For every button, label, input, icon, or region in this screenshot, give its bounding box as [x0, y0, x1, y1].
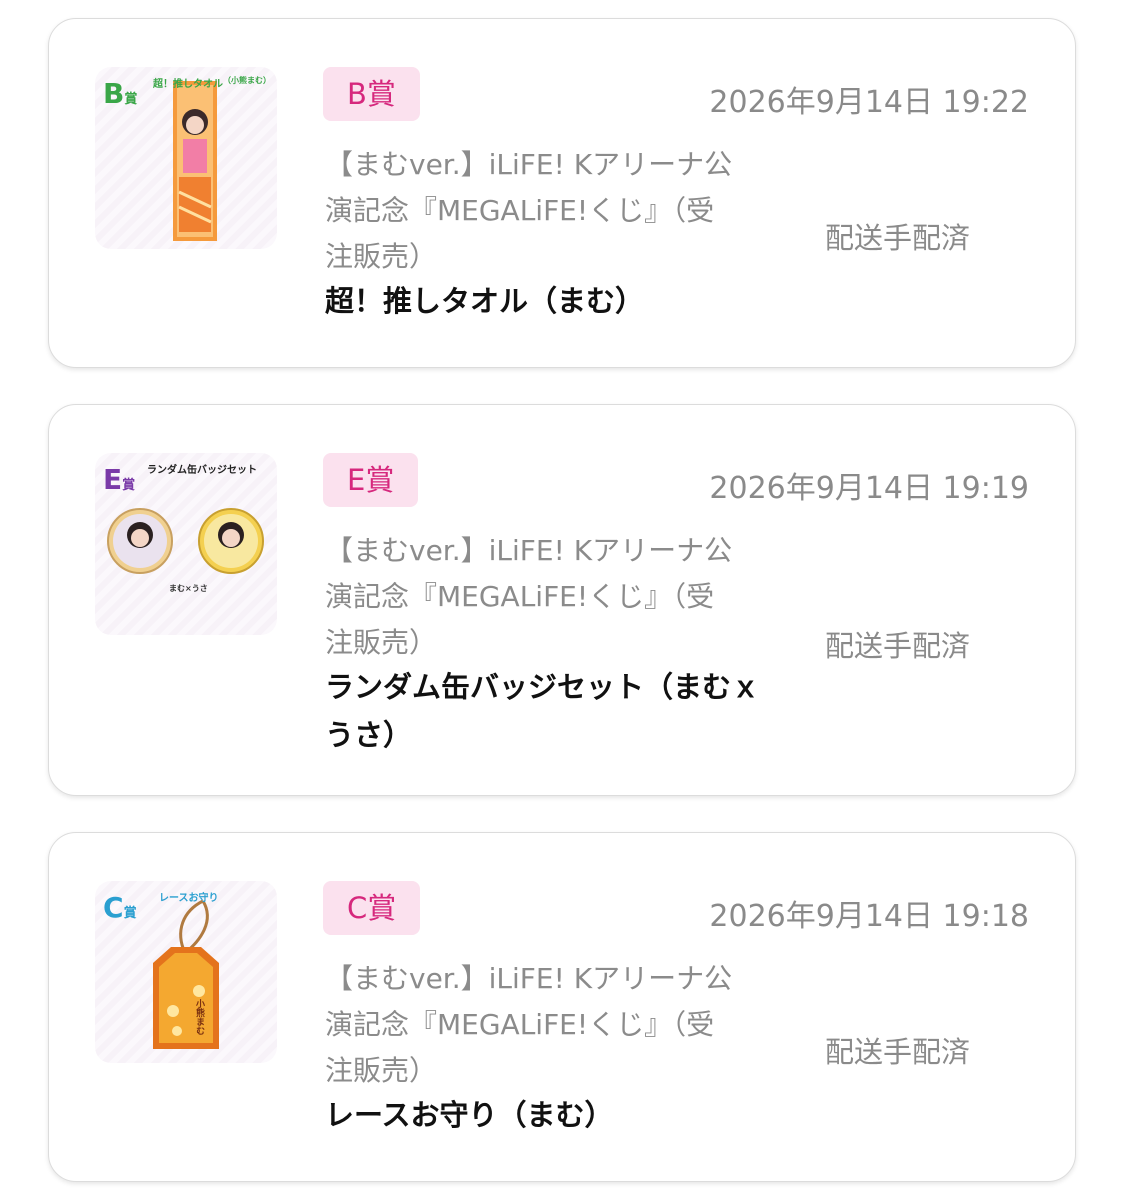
item-name: ランダム缶バッジセット（まむｘうさ）	[325, 670, 761, 752]
order-card[interactable]: E賞 ランダム缶バッジセット まむ×うさ E賞 2026年9月14日 19:19…	[48, 404, 1076, 796]
order-card[interactable]: C賞 レースお守り 小熊まむ C賞 2026年9月14日 19:18 【まむve…	[48, 832, 1076, 1182]
prize-letter-icon: E賞	[103, 463, 136, 496]
lottery-title: 【まむver.】iLiFE! Kアリーナ公演記念『MEGALiFE!くじ』（受注…	[325, 962, 733, 1087]
shipping-status: 配送手配済	[825, 629, 971, 663]
product-thumbnail-badges: E賞 ランダム缶バッジセット まむ×うさ	[95, 453, 277, 635]
lottery-title: 【まむver.】iLiFE! Kアリーナ公演記念『MEGALiFE!くじ』（受注…	[325, 148, 733, 273]
prize-letter-icon: B賞	[103, 77, 138, 110]
order-date: 2026年9月14日 19:19	[709, 471, 1029, 506]
prize-letter-icon: C賞	[103, 891, 137, 924]
lottery-title: 【まむver.】iLiFE! Kアリーナ公演記念『MEGALiFE!くじ』（受注…	[325, 534, 733, 659]
product-thumbnail-charm: C賞 レースお守り 小熊まむ	[95, 881, 277, 1063]
prize-badge: E賞	[323, 453, 419, 507]
shipping-status: 配送手配済	[825, 221, 971, 255]
thumbnail-label: レースお守り	[159, 893, 219, 904]
thumbnail-label: 超！推しタオル	[153, 79, 223, 90]
item-name: レースお守り（まむ）	[325, 1098, 614, 1132]
product-thumbnail-towel: B賞 超！推しタオル （小熊まむ）	[95, 67, 277, 249]
order-card[interactable]: B賞 超！推しタオル （小熊まむ） B賞 2026年9月14日 19:22 【ま…	[48, 18, 1076, 368]
item-name: 超！推しタオル（まむ）	[325, 284, 645, 318]
order-date: 2026年9月14日 19:18	[709, 899, 1029, 934]
order-date: 2026年9月14日 19:22	[709, 85, 1029, 120]
prize-badge: B賞	[323, 67, 420, 121]
shipping-status: 配送手配済	[825, 1035, 971, 1069]
thumbnail-sublabel: （小熊まむ）	[223, 76, 271, 85]
charm-text: 小熊まむ	[194, 999, 204, 1035]
prize-badge: C賞	[323, 881, 421, 935]
thumbnail-caption: まむ×うさ	[169, 584, 208, 593]
thumbnail-label: ランダム缶バッジセット	[147, 465, 257, 476]
